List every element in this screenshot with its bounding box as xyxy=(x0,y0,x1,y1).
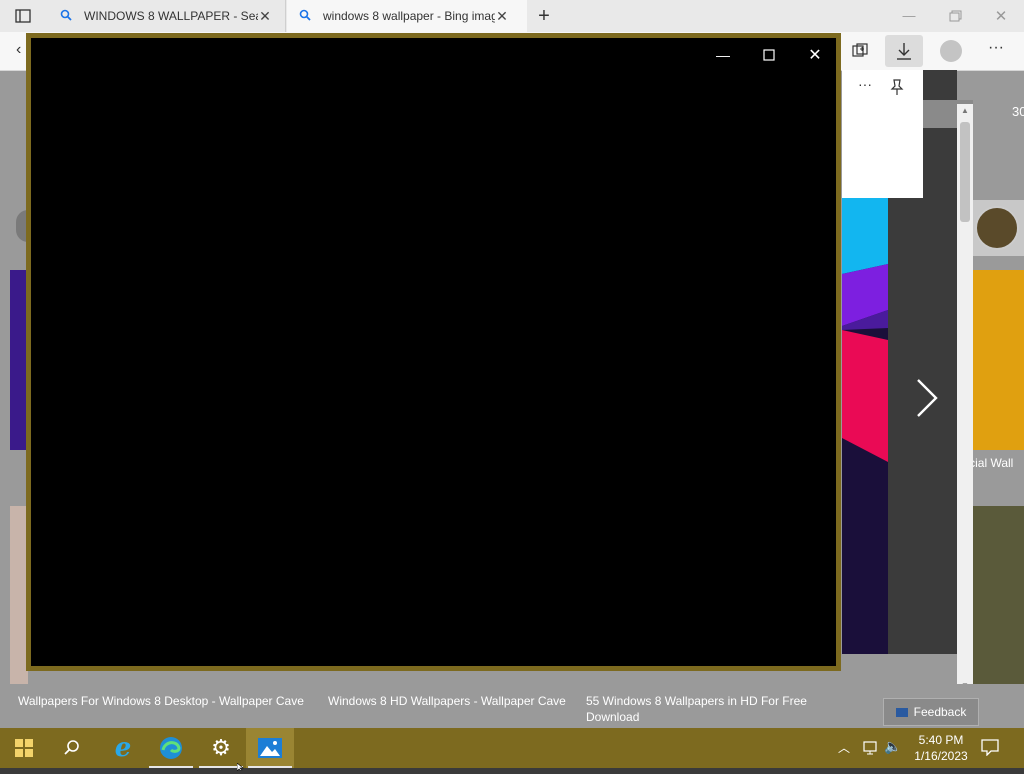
photos-icon xyxy=(258,738,282,758)
start-button[interactable] xyxy=(0,728,48,768)
tab-actions-icon[interactable] xyxy=(14,8,32,24)
result-caption[interactable]: Wallpapers For Windows 8 Desktop - Wallp… xyxy=(18,693,318,709)
search-button[interactable] xyxy=(48,728,96,768)
results-caption-strip: Wallpapers For Windows 8 Desktop - Wallp… xyxy=(0,684,1024,728)
photos-button[interactable] xyxy=(246,728,294,768)
search-icon xyxy=(64,740,79,755)
scroll-up-icon[interactable]: ▲ xyxy=(961,106,969,115)
edge-icon xyxy=(160,737,182,759)
feedback-icon xyxy=(895,707,908,717)
image-result-thumbnail[interactable] xyxy=(973,506,1024,686)
feedback-button[interactable]: Feedback xyxy=(883,698,979,726)
date-label: 1/16/2023 xyxy=(914,749,968,763)
result-caption[interactable]: 55 Windows 8 Wallpapers in HD For Free D… xyxy=(586,693,826,725)
downloads-button[interactable] xyxy=(885,35,923,67)
next-arrow-icon[interactable] xyxy=(912,378,940,418)
new-tab-icon[interactable]: + xyxy=(535,5,553,27)
chevron-up-icon[interactable]: ︿ xyxy=(838,739,854,755)
minimize-icon[interactable]: — xyxy=(705,42,741,68)
edge-button[interactable] xyxy=(147,728,195,768)
search-icon xyxy=(60,9,72,24)
download-icon xyxy=(897,43,911,60)
clock[interactable]: 5:40 PM 1/16/2023 xyxy=(910,732,972,764)
pin-icon[interactable] xyxy=(889,78,905,96)
scroll-thumb[interactable] xyxy=(960,122,970,222)
result-count: 30 xyxy=(1012,104,1024,119)
volume-icon[interactable]: 🔈 xyxy=(884,738,902,756)
collections-icon[interactable] xyxy=(850,41,870,61)
video-window[interactable]: — ✕ xyxy=(26,33,841,671)
internet-explorer-icon: e xyxy=(114,733,132,763)
network-icon[interactable] xyxy=(862,740,880,756)
search-icon xyxy=(299,9,311,24)
more-options-icon[interactable]: ··· xyxy=(986,40,1006,58)
windows-logo-icon xyxy=(15,739,33,757)
browser-tab-active[interactable]: windows 8 wallpaper - Bing imag ✕ xyxy=(287,0,527,32)
tab-title: WINDOWS 8 WALLPAPER - Searc xyxy=(84,9,258,23)
tab-title: windows 8 wallpaper - Bing imag xyxy=(323,9,495,23)
image-result-thumbnail[interactable] xyxy=(973,270,1024,450)
close-icon[interactable]: ✕ xyxy=(495,8,509,25)
result-caption[interactable]: Windows 8 HD Wallpapers - Wallpaper Cave xyxy=(328,693,578,709)
close-icon[interactable]: ✕ xyxy=(258,8,272,25)
more-icon[interactable]: ··· xyxy=(857,77,873,95)
feedback-label: Feedback xyxy=(913,705,967,719)
related-thumbnail[interactable] xyxy=(970,200,1024,256)
restore-icon[interactable] xyxy=(946,8,964,24)
minimize-icon[interactable]: — xyxy=(900,8,918,24)
maximize-icon[interactable] xyxy=(751,42,787,68)
tab-strip: WINDOWS 8 WALLPAPER - Searc ✕ windows 8 … xyxy=(0,0,1024,32)
browser-tab[interactable]: WINDOWS 8 WALLPAPER - Searc ✕ xyxy=(48,0,286,32)
internet-explorer-button[interactable]: e xyxy=(99,728,147,768)
notifications-icon[interactable] xyxy=(980,738,1000,757)
viewer-toolbar: ··· xyxy=(842,70,923,198)
wallpaper-preview[interactable] xyxy=(842,198,888,654)
scrollbar[interactable]: ▲ ▼ xyxy=(957,104,973,694)
taskbar: e ⚙ ︿ 🔈 5:40 PM 1/16/2023 xyxy=(0,728,1024,768)
avatar xyxy=(975,206,1019,250)
gear-icon: ⚙ xyxy=(211,735,231,760)
time-label: 5:40 PM xyxy=(918,733,964,747)
close-window-icon[interactable]: ✕ xyxy=(992,7,1010,25)
profile-avatar[interactable] xyxy=(940,40,962,62)
cursor-icon xyxy=(236,760,245,772)
close-icon[interactable]: ✕ xyxy=(797,42,833,68)
